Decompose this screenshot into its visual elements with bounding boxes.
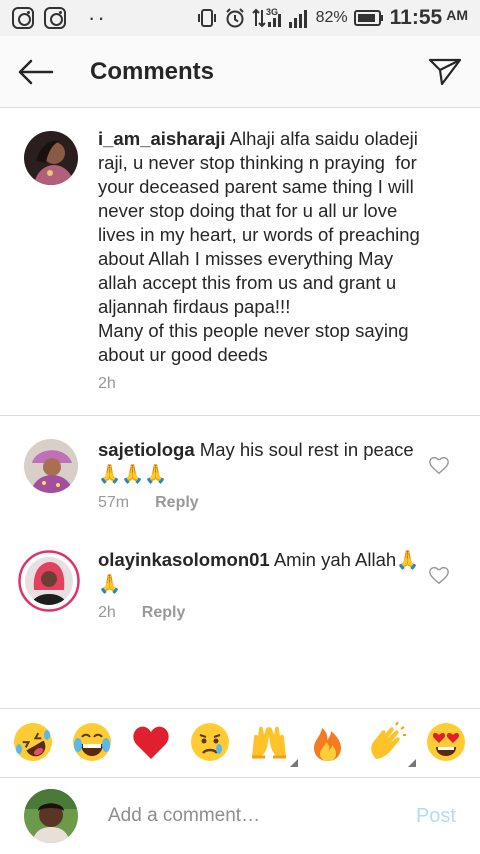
dots-icon: ·· bbox=[88, 5, 107, 30]
comment-composer: Post bbox=[0, 777, 480, 854]
tears-of-joy-icon[interactable] bbox=[71, 721, 115, 765]
comments-header: Comments bbox=[0, 36, 480, 108]
caption-comment: i_am_aisharaji Alhaji alfa saidu oladeji… bbox=[0, 109, 480, 416]
comment-text: i_am_aisharaji Alhaji alfa saidu oladeji… bbox=[98, 127, 420, 367]
comment-item: sajetiologa May his soul rest in peace🙏🙏… bbox=[0, 416, 480, 512]
avatar[interactable] bbox=[18, 550, 80, 612]
comment-time: 2h bbox=[98, 375, 116, 392]
heart-icon[interactable] bbox=[428, 564, 450, 586]
comment-meta: 57m Reply bbox=[98, 494, 420, 512]
network-type-label: 3G bbox=[266, 7, 278, 17]
signal-icon bbox=[288, 7, 310, 29]
comment-time: 57m bbox=[98, 494, 130, 511]
heart-icon[interactable] bbox=[428, 454, 450, 476]
share-button[interactable] bbox=[410, 36, 480, 108]
comment-meta: 2h Reply bbox=[98, 604, 420, 622]
clock-time: 11:55 bbox=[389, 6, 443, 29]
comment-username[interactable]: sajetiologa bbox=[98, 439, 195, 460]
alarm-icon bbox=[224, 7, 246, 29]
crying-face-icon[interactable] bbox=[189, 721, 233, 765]
comment-body: Alhaji alfa saidu oladeji raji, u never … bbox=[98, 128, 420, 365]
avatar[interactable] bbox=[24, 131, 78, 185]
reply-button[interactable]: Reply bbox=[155, 494, 199, 512]
comment-time: 2h bbox=[98, 604, 116, 621]
instagram-icon bbox=[12, 7, 34, 29]
comments-list: i_am_aisharaji Alhaji alfa saidu oladeji… bbox=[0, 109, 480, 622]
raising-hands-icon[interactable] bbox=[248, 721, 298, 767]
vibrate-icon bbox=[196, 7, 218, 29]
heart-eyes-icon[interactable] bbox=[425, 721, 469, 765]
back-button[interactable] bbox=[0, 36, 70, 108]
comment-text: olayinkasolomon01 Amin yah Allah🙏🙏 bbox=[98, 548, 420, 596]
emoji-quick-bar bbox=[0, 708, 480, 776]
post-button[interactable]: Post bbox=[416, 805, 456, 828]
reply-button[interactable]: Reply bbox=[142, 604, 186, 622]
comment-meta: 2h bbox=[98, 375, 420, 393]
rolling-on-floor-laughing-icon[interactable] bbox=[12, 721, 56, 765]
comment-username[interactable]: i_am_aisharaji bbox=[98, 128, 226, 149]
arrow-left-icon bbox=[18, 59, 54, 84]
battery-percent: 82% bbox=[315, 9, 348, 26]
fire-icon[interactable] bbox=[307, 721, 351, 765]
red-heart-icon[interactable] bbox=[130, 721, 174, 765]
avatar[interactable] bbox=[24, 439, 78, 493]
clock-ampm: AM bbox=[446, 7, 468, 23]
skin-tone-indicator-icon bbox=[289, 758, 298, 767]
comment-input[interactable] bbox=[108, 805, 406, 827]
data-arrows-icon: 3G bbox=[251, 6, 282, 30]
comment-item: olayinkasolomon01 Amin yah Allah🙏🙏 2h Re… bbox=[0, 512, 480, 622]
status-bar: ·· 3G 82% 11:55 AM bbox=[0, 0, 480, 36]
paper-plane-icon bbox=[428, 58, 462, 85]
clapping-hands-icon[interactable] bbox=[366, 720, 416, 767]
instagram-icon bbox=[44, 7, 66, 29]
avatar bbox=[24, 789, 78, 843]
skin-tone-indicator-icon bbox=[407, 758, 416, 767]
comment-text: sajetiologa May his soul rest in peace🙏🙏… bbox=[98, 438, 420, 486]
comment-username[interactable]: olayinkasolomon01 bbox=[98, 549, 270, 570]
battery-icon bbox=[353, 8, 384, 28]
page-title: Comments bbox=[90, 57, 215, 85]
